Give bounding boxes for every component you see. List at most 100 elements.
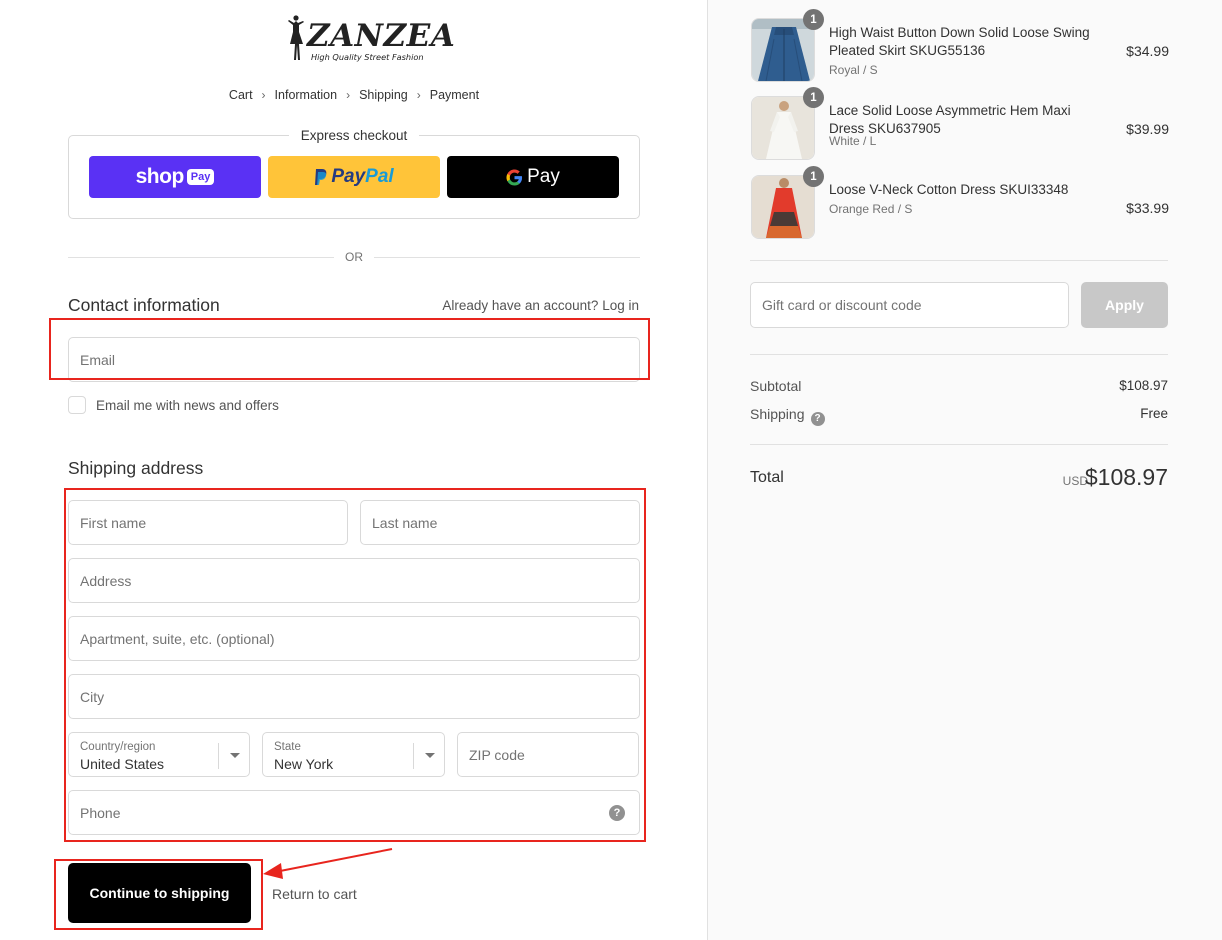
order-summary: 1 High Waist Button Down Solid Loose Swi… (707, 0, 1222, 940)
newsletter-option[interactable]: Email me with news and offers (68, 396, 279, 414)
last-name-field[interactable] (360, 500, 640, 545)
login-prompt: Already have an account? Log in (442, 298, 639, 313)
google-pay-wordmark: Pay (527, 166, 560, 187)
breadcrumb-cart[interactable]: Cart (229, 88, 253, 102)
phone-field[interactable]: ? (68, 790, 640, 835)
breadcrumb-shipping: Shipping (359, 88, 408, 102)
dress-image (752, 97, 814, 159)
address-input[interactable] (69, 559, 639, 602)
city-field[interactable] (68, 674, 640, 719)
brand-wordmark: ZANZEA (307, 18, 456, 54)
total-label: Total (750, 469, 784, 486)
email-input[interactable] (69, 338, 639, 381)
quantity-badge: 1 (803, 9, 824, 30)
quantity-badge: 1 (803, 166, 824, 187)
dress-image (752, 176, 814, 238)
shop-pay-wordmark: shop (135, 165, 185, 188)
summary-divider (750, 260, 1168, 261)
country-label: Country/region (80, 741, 156, 753)
discount-code-input[interactable] (751, 283, 1068, 327)
help-icon[interactable]: ? (810, 411, 825, 426)
shipping-address-title: Shipping address (68, 458, 204, 478)
product-variant: Orange Red / S (829, 202, 913, 216)
newsletter-checkbox[interactable] (68, 396, 86, 414)
phone-input[interactable] (69, 791, 639, 834)
apartment-input[interactable] (69, 617, 639, 660)
login-prompt-text: Already have an account? (442, 298, 599, 313)
last-name-input[interactable] (361, 501, 639, 544)
product-variant: White / L (829, 134, 877, 148)
shipping-label: Shipping (750, 406, 805, 422)
state-label: State (274, 741, 301, 753)
state-value: New York (274, 756, 334, 772)
subtotal-value: $108.97 (1119, 378, 1168, 393)
zip-field[interactable] (457, 732, 639, 777)
fashion-figure-icon (288, 15, 304, 60)
select-divider (413, 743, 414, 769)
chevron-right-icon: › (346, 88, 351, 102)
chevron-down-icon (230, 753, 240, 758)
annotation-arrow-icon (263, 848, 393, 879)
apartment-field[interactable] (68, 616, 640, 661)
subtotal-label: Subtotal (750, 378, 802, 394)
breadcrumb-payment: Payment (429, 88, 480, 102)
paypal-button[interactable]: Pay Pal (268, 156, 440, 198)
product-price: $39.99 (1126, 121, 1169, 137)
shipping-row-label: Shipping? (750, 406, 825, 426)
newsletter-label: Email me with news and offers (96, 397, 279, 413)
product-image (751, 18, 815, 82)
product-name: High Waist Button Down Solid Loose Swing… (829, 25, 1090, 58)
brand-tagline: High Quality Street Fashion (311, 52, 424, 62)
order-item: 1 Lace Solid Loose Asymmetric Hem Maxi D… (751, 87, 1169, 162)
discount-code-field[interactable] (750, 282, 1069, 328)
address-field[interactable] (68, 558, 640, 603)
product-image (751, 175, 815, 239)
email-field[interactable] (68, 337, 640, 382)
country-select[interactable]: Country/region United States (68, 732, 250, 777)
brand-logo[interactable]: ZANZEA High Quality Street Fashion (285, 14, 455, 62)
apply-discount-button[interactable]: Apply (1081, 282, 1168, 328)
express-checkout: Express checkout shop Pay Pay Pal Pay (68, 128, 640, 219)
chevron-right-icon: › (416, 88, 421, 102)
country-value: United States (80, 756, 165, 772)
summary-divider (750, 354, 1168, 355)
breadcrumb: Cart › Information › Shipping › Payment (68, 88, 640, 102)
google-g-icon (506, 168, 523, 186)
product-price: $33.99 (1126, 200, 1169, 216)
select-divider (218, 743, 219, 769)
skirt-image (752, 19, 814, 81)
state-select[interactable]: State New York (262, 732, 445, 777)
paypal-wordmark-pay: Pay (331, 166, 366, 187)
total-value: $108.97 (1084, 464, 1168, 490)
product-name: Loose V-Neck Cotton Dress SKUI33348 (829, 182, 1069, 197)
product-price: $34.99 (1126, 43, 1169, 59)
continue-to-shipping-button[interactable]: Continue to shipping (68, 863, 251, 923)
paypal-icon (315, 169, 327, 185)
checkout-main: ZANZEA High Quality Street Fashion Cart ›… (0, 0, 707, 940)
breadcrumb-information: Information (274, 88, 338, 102)
city-input[interactable] (69, 675, 639, 718)
chevron-down-icon (425, 753, 435, 758)
zip-input[interactable] (458, 733, 638, 776)
order-item: 1 Loose V-Neck Cotton Dress SKUI33348 Or… (751, 166, 1169, 241)
google-pay-button[interactable]: Pay (447, 156, 619, 198)
shipping-value: Free (1140, 406, 1168, 421)
shop-pay-pill: Pay (186, 169, 215, 185)
help-icon[interactable]: ? (609, 805, 625, 821)
return-to-cart-link[interactable]: Return to cart (272, 886, 357, 902)
summary-divider (750, 444, 1168, 445)
chevron-right-icon: › (261, 88, 266, 102)
first-name-field[interactable] (68, 500, 348, 545)
order-item: 1 High Waist Button Down Solid Loose Swi… (751, 9, 1169, 84)
or-text: OR (334, 250, 374, 264)
express-checkout-title: Express checkout (69, 127, 639, 143)
shop-pay-button[interactable]: shop Pay (89, 156, 261, 198)
paypal-wordmark-pal: Pal (365, 166, 394, 187)
product-image (751, 96, 815, 160)
product-variant: Royal / S (829, 63, 878, 77)
contact-information-title: Contact information (68, 295, 220, 315)
login-link[interactable]: Log in (602, 298, 639, 313)
product-name: Lace Solid Loose Asymmetric Hem Maxi Dre… (829, 103, 1071, 136)
first-name-input[interactable] (69, 501, 347, 544)
quantity-badge: 1 (803, 87, 824, 108)
